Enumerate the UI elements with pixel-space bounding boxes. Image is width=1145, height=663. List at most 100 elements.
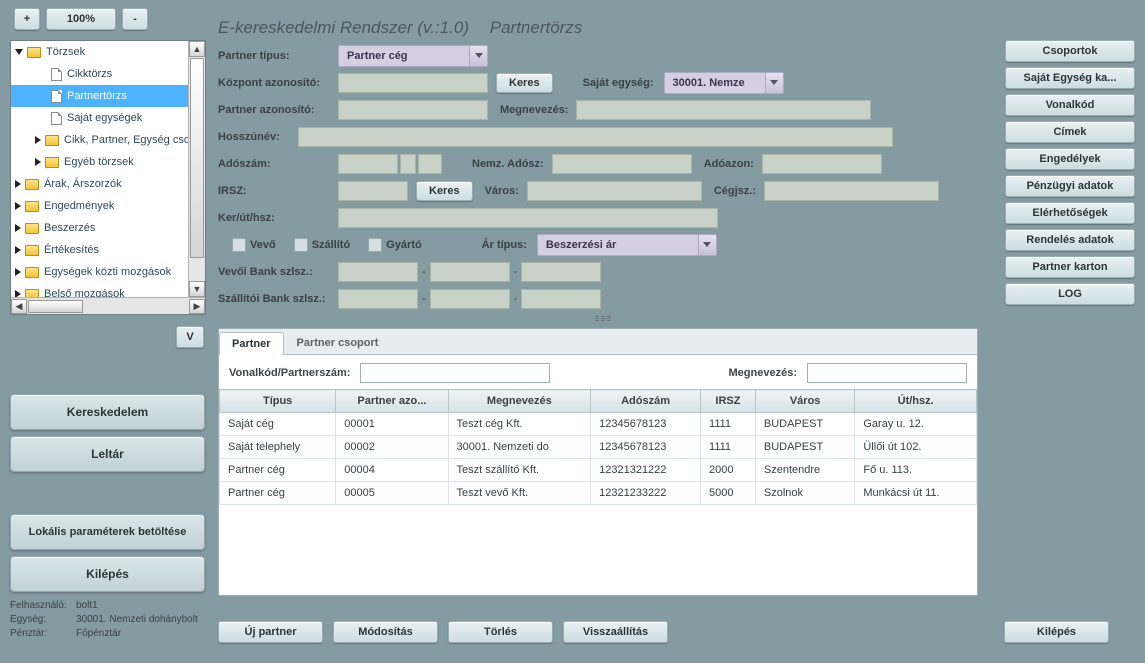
adoszam2-input[interactable] bbox=[400, 154, 416, 174]
adoszam3-input[interactable] bbox=[418, 154, 442, 174]
tree-group-label: Beszerzés bbox=[44, 222, 95, 234]
kereskedelem-button[interactable]: Kereskedelem bbox=[10, 394, 205, 430]
side-rendeles-button[interactable]: Rendelés adatok bbox=[1005, 229, 1135, 251]
vevoi-bank2-input[interactable] bbox=[430, 262, 510, 282]
table-row[interactable]: Partner cég00004Teszt szállító Kft.12321… bbox=[220, 459, 977, 482]
nemz-adosz-input[interactable] bbox=[552, 154, 692, 174]
resize-grip-icon[interactable] bbox=[218, 316, 988, 322]
szallitoi-bank2-input[interactable] bbox=[430, 289, 510, 309]
gyarto-checkbox[interactable] bbox=[368, 238, 382, 252]
zoom-in-button[interactable]: + bbox=[14, 8, 40, 30]
kozpont-input[interactable] bbox=[338, 73, 488, 93]
adoazon-input[interactable] bbox=[762, 154, 882, 174]
tree-group[interactable]: Engedmények bbox=[11, 195, 205, 217]
th-tipus[interactable]: Típus bbox=[220, 390, 336, 413]
th-adoszam[interactable]: Adószám bbox=[591, 390, 701, 413]
hosszunev-input[interactable] bbox=[298, 127, 893, 147]
vevo-checkbox[interactable] bbox=[232, 238, 246, 252]
tree-group[interactable]: Árak, Árszorzók bbox=[11, 173, 205, 195]
tree-group[interactable]: Egységek közti mozgások bbox=[11, 261, 205, 283]
irsz-label: IRSZ: bbox=[218, 185, 338, 197]
chevron-right-icon bbox=[15, 246, 21, 254]
table-cell: BUDAPEST bbox=[755, 436, 854, 459]
visszaallitas-button[interactable]: Visszaállítás bbox=[563, 621, 668, 643]
irsz-input[interactable] bbox=[338, 181, 408, 201]
partner-type-dropdown[interactable]: Partner cég bbox=[338, 45, 488, 67]
varos-input[interactable] bbox=[527, 181, 702, 201]
table-row[interactable]: Saját telephely0000230001. Nemzeti do123… bbox=[220, 436, 977, 459]
keruthsz-input[interactable] bbox=[338, 208, 718, 228]
chevron-down-icon bbox=[698, 235, 716, 255]
tree-item[interactable]: Saját egységek bbox=[11, 107, 205, 129]
tree-item-label: Saját egységek bbox=[67, 112, 142, 124]
cegjsz-input[interactable] bbox=[764, 181, 939, 201]
folder-icon bbox=[25, 179, 39, 190]
side-cimek-button[interactable]: Címek bbox=[1005, 121, 1135, 143]
table-cell: 1111 bbox=[701, 413, 756, 436]
page-title: E-kereskedelmi Rendszer (v.:1.0) Partner… bbox=[218, 18, 582, 38]
side-penzugyi-button[interactable]: Pénzügyi adatok bbox=[1005, 175, 1135, 197]
th-varos[interactable]: Város bbox=[755, 390, 854, 413]
keres-irsz-button[interactable]: Keres bbox=[416, 181, 473, 201]
torles-button[interactable]: Törlés bbox=[448, 621, 553, 643]
vonalkod-search-input[interactable] bbox=[360, 363, 550, 383]
tree-root[interactable]: Törzsek bbox=[11, 41, 205, 63]
table-row[interactable]: Partner cég00005Teszt vevő Kft.123212332… bbox=[220, 482, 977, 505]
side-elerhetosegek-button[interactable]: Elérhetőségek bbox=[1005, 202, 1135, 224]
tree-hscrollbar[interactable]: ◀ ▶ bbox=[11, 297, 205, 314]
tree-vscrollbar[interactable]: ▲ ▼ bbox=[188, 41, 205, 297]
megnevezes-input[interactable] bbox=[576, 100, 871, 120]
sajat-egyseg-dropdown[interactable]: 30001. Nemze bbox=[664, 72, 784, 94]
vevoi-bank3-input[interactable] bbox=[521, 262, 601, 282]
tree-item[interactable]: Cikk, Partner, Egység csop. bbox=[11, 129, 205, 151]
adoszam1-input[interactable] bbox=[338, 154, 398, 174]
ar-tipus-dropdown[interactable]: Beszerzési ár bbox=[537, 234, 717, 256]
tree-root-label: Törzsek bbox=[46, 46, 85, 58]
uj-partner-button[interactable]: Új partner bbox=[218, 621, 323, 643]
kilepes-left-button[interactable]: Kilépés bbox=[10, 556, 205, 592]
side-sajat-egyseg-button[interactable]: Saját Egység ka... bbox=[1005, 67, 1135, 89]
chevron-left-icon: ◀ bbox=[16, 301, 23, 312]
side-csoportok-button[interactable]: Csoportok bbox=[1005, 40, 1135, 62]
side-karton-button[interactable]: Partner karton bbox=[1005, 256, 1135, 278]
tab-partner[interactable]: Partner bbox=[219, 332, 284, 355]
partner-azonosito-input[interactable] bbox=[338, 100, 488, 120]
szallitoi-bank1-input[interactable] bbox=[338, 289, 418, 309]
th-uthsz[interactable]: Út/hsz. bbox=[855, 390, 977, 413]
page-icon bbox=[51, 68, 62, 81]
tab-partner-csoport[interactable]: Partner csoport bbox=[284, 331, 392, 354]
vevoi-bank1-input[interactable] bbox=[338, 262, 418, 282]
folder-icon bbox=[25, 201, 39, 212]
zoom-value-button[interactable]: 100% bbox=[46, 8, 116, 30]
table-cell: Garay u. 12. bbox=[855, 413, 977, 436]
partner-tabs-panel: Partner Partner csoport Vonalkód/Partner… bbox=[218, 328, 978, 596]
modositas-button[interactable]: Módosítás bbox=[333, 621, 438, 643]
tree-v-button[interactable]: V bbox=[176, 326, 204, 348]
th-azonosito[interactable]: Partner azo... bbox=[336, 390, 448, 413]
side-log-button[interactable]: LOG bbox=[1005, 283, 1135, 305]
keres-kozpont-button[interactable]: Keres bbox=[496, 73, 553, 93]
folder-icon bbox=[25, 223, 39, 234]
tree-group[interactable]: Beszerzés bbox=[11, 217, 205, 239]
tree-group[interactable]: Értékesítés bbox=[11, 239, 205, 261]
chevron-right-icon bbox=[15, 268, 21, 276]
tree-item[interactable]: Cikktörzs bbox=[11, 63, 205, 85]
chevron-down-icon bbox=[15, 49, 23, 55]
szallito-checkbox[interactable] bbox=[294, 238, 308, 252]
leltar-button[interactable]: Leltár bbox=[10, 436, 205, 472]
tree-group-label: Értékesítés bbox=[44, 244, 99, 256]
table-row[interactable]: Saját cég00001Teszt cég Kft.123456781231… bbox=[220, 413, 977, 436]
tree-item[interactable]: Egyéb törzsek bbox=[11, 151, 205, 173]
side-vonalkod-button[interactable]: Vonalkód bbox=[1005, 94, 1135, 116]
table-cell: BUDAPEST bbox=[755, 413, 854, 436]
tree-item-selected[interactable]: Partnertörzs bbox=[11, 85, 205, 107]
th-megnevezes[interactable]: Megnevezés bbox=[448, 390, 591, 413]
th-irsz[interactable]: IRSZ bbox=[701, 390, 756, 413]
zoom-out-button[interactable]: - bbox=[122, 8, 148, 30]
side-engedelyek-button[interactable]: Engedélyek bbox=[1005, 148, 1135, 170]
megnevezes-search-input[interactable] bbox=[807, 363, 967, 383]
lokalis-param-button[interactable]: Lokális paraméterek betöltése bbox=[10, 514, 205, 550]
kilepes-main-button[interactable]: Kilépés bbox=[1004, 621, 1109, 643]
folder-icon bbox=[45, 157, 59, 168]
szallitoi-bank3-input[interactable] bbox=[521, 289, 601, 309]
